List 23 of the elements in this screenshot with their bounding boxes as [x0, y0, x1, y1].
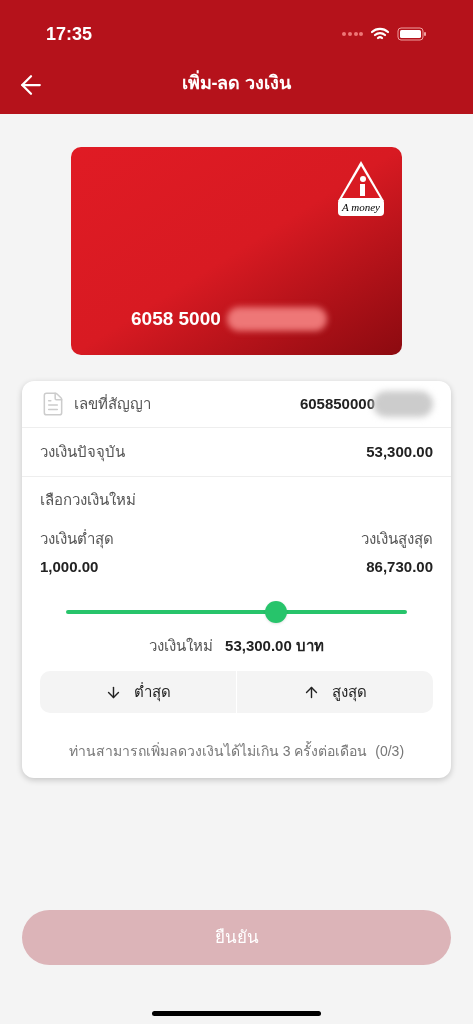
max-limit-label: วงเงินสูงสุด: [361, 528, 433, 550]
new-limit-label: วงเงินใหม่: [149, 635, 214, 656]
minimum-button[interactable]: ต่ำสุด: [40, 671, 236, 713]
battery-icon: [397, 27, 427, 41]
current-limit-label: วงเงินปัจจุบัน: [40, 441, 125, 464]
card-number: 6058 5000: [131, 306, 221, 331]
contract-number: 605850000: [299, 393, 375, 414]
min-limit-label: วงเงินต่ำสุด: [40, 528, 114, 550]
new-limit-heading: เลือกวงเงินใหม่: [40, 490, 137, 510]
new-limit-value: 53,300.00 บาท: [225, 635, 324, 656]
signal-icon: [341, 31, 363, 37]
current-limit-value: 53,300.00: [366, 441, 433, 462]
maximum-button[interactable]: สูงสุด: [236, 671, 433, 713]
redaction-blur: [373, 391, 433, 417]
status-time: 17:35: [46, 22, 93, 46]
limit-note: ท่านสามารถเพิ่มลดวงเงินได้ไม่เกิน 3 ครั้งต่อเดือน (0/3): [67, 741, 406, 761]
contract-label: เลขที่สัญญา: [74, 393, 151, 414]
max-limit-value: 86,730.00: [366, 557, 433, 577]
wifi-icon: [371, 27, 389, 41]
slider-thumb[interactable]: [264, 600, 287, 623]
logo-text: A money: [338, 199, 384, 216]
page-title: เพิ่ม-ลด วงเงิน: [181, 69, 292, 95]
min-limit-value: 1,000.00: [40, 557, 99, 577]
